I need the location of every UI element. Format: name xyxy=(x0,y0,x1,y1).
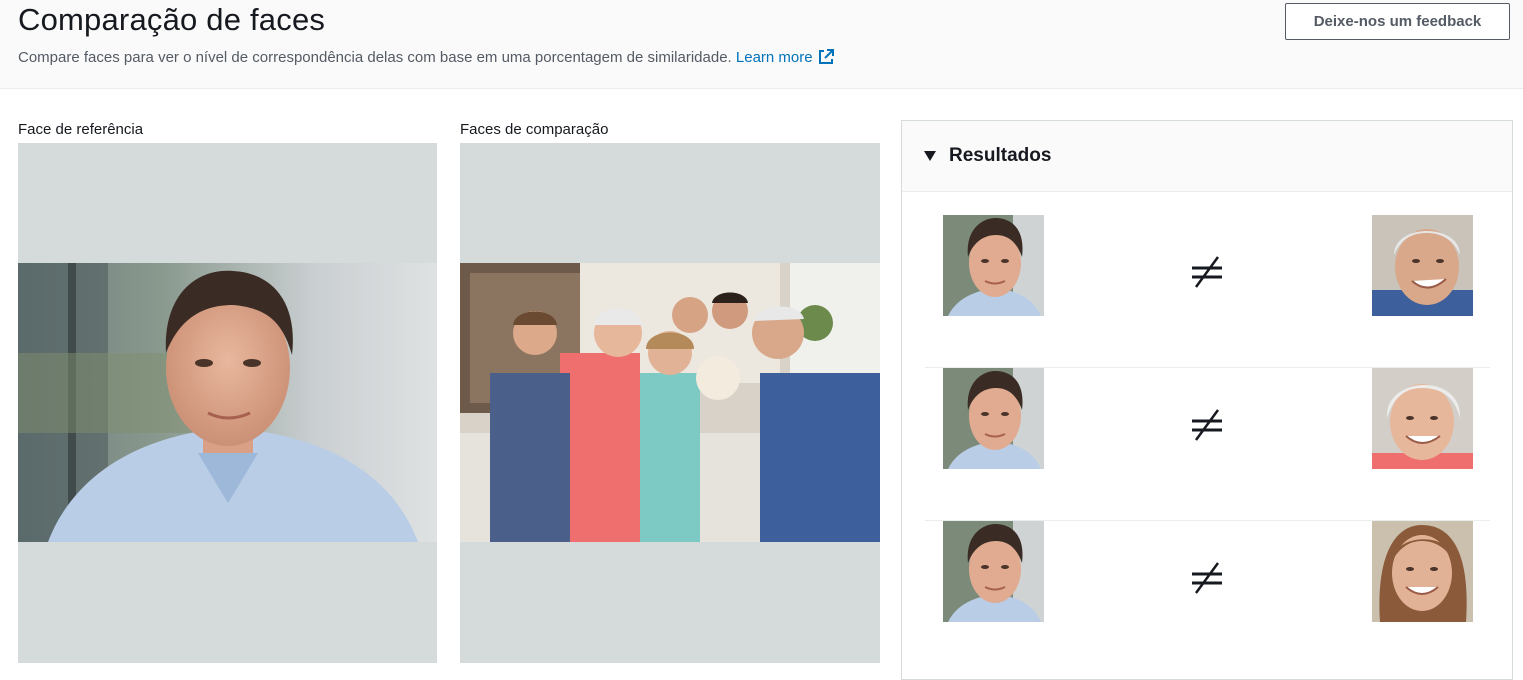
comparison-face-thumbnail xyxy=(1372,215,1473,316)
caret-down-icon xyxy=(924,151,936,161)
external-link-icon xyxy=(818,49,834,64)
description-text: Compare faces para ver o nível de corres… xyxy=(18,49,732,66)
result-row xyxy=(925,521,1490,674)
result-row xyxy=(925,368,1490,521)
not-equal-icon xyxy=(1192,256,1222,288)
reference-face-thumbnail xyxy=(943,368,1044,469)
comparison-face-thumbnail xyxy=(1372,368,1473,469)
comparison-photo xyxy=(460,263,880,542)
page-title: Comparação de faces xyxy=(18,2,326,37)
results-title: Resultados xyxy=(949,145,1052,166)
result-row xyxy=(925,215,1490,368)
results-header[interactable]: Resultados xyxy=(902,121,1512,192)
comparison-face-thumbnail xyxy=(1372,521,1473,622)
learn-more-link[interactable]: Learn more xyxy=(736,49,834,66)
feedback-button[interactable]: Deixe-nos um feedback xyxy=(1285,3,1510,40)
reference-photo xyxy=(18,263,437,542)
results-panel: Resultados xyxy=(901,120,1513,680)
reference-face-label: Face de referência xyxy=(18,121,144,138)
reference-image-frame[interactable] xyxy=(18,143,437,663)
comparison-image-frame[interactable] xyxy=(460,143,880,663)
page-header: Comparação de faces Compare faces para v… xyxy=(0,0,1523,89)
reference-face-thumbnail xyxy=(943,215,1044,316)
not-equal-icon xyxy=(1192,409,1222,441)
reference-face-thumbnail xyxy=(943,521,1044,622)
page-description: Compare faces para ver o nível de corres… xyxy=(18,48,834,68)
comparison-faces-label: Faces de comparação xyxy=(460,121,609,138)
not-equal-icon xyxy=(1192,562,1222,594)
learn-more-label: Learn more xyxy=(735,49,813,66)
